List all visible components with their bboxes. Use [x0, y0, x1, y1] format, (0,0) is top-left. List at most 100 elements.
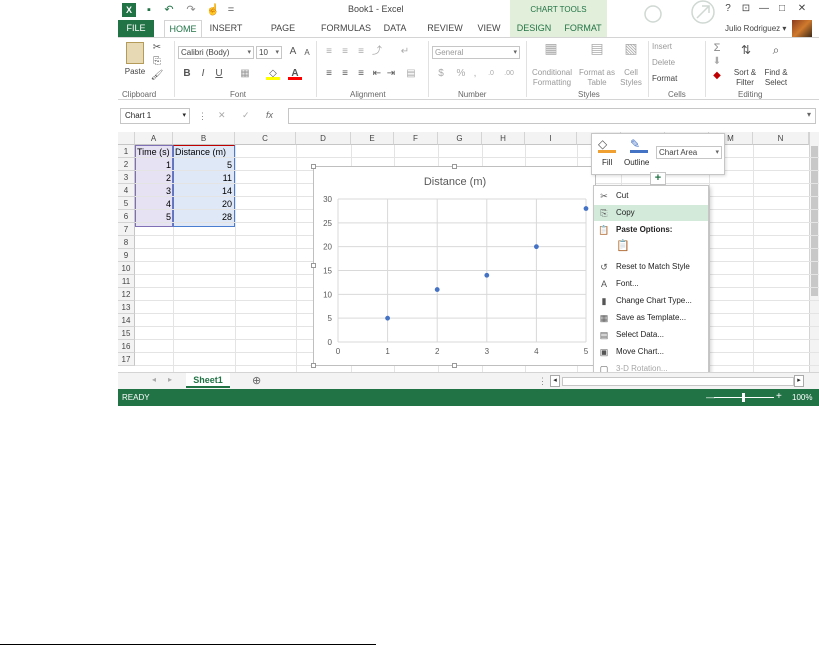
row-header[interactable]: 5	[118, 197, 135, 210]
paste-button[interactable]: Paste	[121, 67, 149, 77]
menu-item-chart-type[interactable]: ▮ Change Chart Type...	[594, 293, 708, 309]
zoom-in-button[interactable]: +	[776, 391, 782, 402]
format-cells-button[interactable]: Format	[652, 74, 704, 84]
row-header[interactable]: 16	[118, 340, 135, 353]
fill-button[interactable]: Fill	[602, 158, 612, 167]
resize-handle[interactable]	[311, 363, 316, 368]
font-name-dropdown[interactable]: Calibri (Body) ▾	[178, 46, 254, 59]
borders-icon[interactable]: ▦	[238, 68, 252, 80]
paste-icon[interactable]	[126, 42, 144, 64]
shrink-font-icon[interactable]: A	[300, 47, 314, 59]
help-button[interactable]: ?	[721, 2, 735, 16]
column-header[interactable]: F	[394, 132, 438, 145]
row-header[interactable]: 4	[118, 184, 135, 197]
tab-design[interactable]: DESIGN	[514, 20, 554, 37]
tab-file[interactable]: FILE	[118, 20, 154, 37]
wrap-text-icon[interactable]: ↵	[398, 46, 412, 58]
row-header[interactable]: 7	[118, 223, 135, 236]
scroll-left-icon[interactable]: ◂	[550, 375, 560, 387]
bold-button[interactable]: B	[180, 68, 194, 80]
row-header[interactable]: 2	[118, 158, 135, 171]
column-header[interactable]: C	[235, 132, 296, 145]
grow-font-icon[interactable]: A	[286, 46, 300, 58]
insert-cells-button[interactable]: Insert	[652, 42, 704, 52]
increase-decimal-icon[interactable]: .0	[484, 68, 498, 80]
tab-formulas[interactable]: FORMULAS	[320, 20, 372, 37]
format-painter-icon[interactable]: 🖌	[150, 70, 164, 82]
cell-styles-icon[interactable]: ▧	[622, 41, 640, 60]
select-all-corner[interactable]	[118, 132, 135, 145]
formula-bar-more-icon[interactable]: ⋮	[198, 111, 207, 122]
cancel-icon[interactable]: ✕	[218, 110, 226, 121]
decrease-decimal-icon[interactable]: .00	[502, 68, 516, 80]
column-header[interactable]: A	[135, 132, 173, 145]
enter-icon[interactable]: ✓	[242, 110, 250, 121]
vertical-scrollbar[interactable]	[809, 132, 819, 372]
horizontal-scrollbar[interactable]	[562, 377, 794, 386]
column-header[interactable]: H	[482, 132, 525, 145]
row-header[interactable]: 14	[118, 314, 135, 327]
close-button[interactable]: ✕	[795, 2, 809, 16]
fill-icon[interactable]: ◇	[598, 137, 616, 153]
customize-qat-button[interactable]: =	[224, 3, 238, 17]
align-center-icon[interactable]: ≡	[338, 68, 352, 80]
row-header[interactable]: 11	[118, 275, 135, 288]
column-header[interactable]: G	[438, 132, 482, 145]
outline-button[interactable]: Outline	[624, 158, 649, 167]
merge-center-icon[interactable]: ▤	[404, 68, 418, 80]
sort-filter-button[interactable]: Sort & Filter	[730, 68, 760, 88]
align-middle-icon[interactable]: ≡	[338, 46, 352, 58]
comma-button[interactable]: ,	[468, 68, 482, 80]
font-color-icon[interactable]: A	[288, 68, 302, 80]
save-icon[interactable]: ▪	[142, 3, 156, 17]
touch-mode-icon[interactable]: ☝	[206, 3, 220, 17]
zoom-slider-thumb[interactable]	[742, 393, 745, 402]
format-as-table-button[interactable]: Format as Table	[576, 68, 618, 88]
binoculars-icon[interactable]: ⌕	[768, 44, 784, 62]
column-header[interactable]: N	[753, 132, 809, 145]
row-header[interactable]: 13	[118, 301, 135, 314]
resize-handle[interactable]	[452, 164, 457, 169]
resize-handle[interactable]	[311, 164, 316, 169]
clear-icon[interactable]: ◆	[710, 70, 724, 82]
menu-item-template[interactable]: ▦ Save as Template...	[594, 310, 708, 326]
resize-handle[interactable]	[311, 263, 316, 268]
find-select-button[interactable]: Find & Select	[760, 68, 792, 88]
conditional-formatting-icon[interactable]: ▦	[542, 41, 560, 60]
align-right-icon[interactable]: ≡	[354, 68, 368, 80]
tab-view[interactable]: VIEW	[474, 20, 504, 37]
formula-input[interactable]: ▾	[288, 108, 816, 124]
tab-format[interactable]: FORMAT	[562, 20, 604, 37]
tab-insert[interactable]: INSERT	[206, 20, 246, 37]
row-header[interactable]: 15	[118, 327, 135, 340]
avatar[interactable]	[792, 20, 812, 37]
row-header[interactable]: 6	[118, 210, 135, 223]
align-left-icon[interactable]: ≡	[322, 68, 336, 80]
increase-indent-icon[interactable]: ⇥	[384, 68, 398, 80]
resize-handle[interactable]	[452, 363, 457, 368]
column-header[interactable]: D	[296, 132, 351, 145]
fill-color-icon[interactable]: ◇	[266, 68, 280, 80]
chart-element-dropdown[interactable]: Chart Area ▾	[656, 146, 722, 159]
menu-item-paste-option[interactable]: 📋	[594, 236, 708, 258]
column-header[interactable]: E	[351, 132, 394, 145]
chart-elements-plus-button[interactable]: +	[650, 172, 666, 185]
fill-icon[interactable]: ⬇	[710, 56, 724, 68]
user-name[interactable]: Julio Rodriguez ▾	[725, 24, 786, 33]
cut-icon[interactable]: ✂	[150, 42, 164, 54]
menu-item-copy[interactable]: ⎘ Copy	[594, 205, 708, 221]
cell-styles-button[interactable]: Cell Styles	[616, 68, 646, 88]
menu-item-font[interactable]: A Font...	[594, 276, 708, 292]
font-size-dropdown[interactable]: 10 ▾	[256, 46, 282, 59]
row-header[interactable]: 3	[118, 171, 135, 184]
number-format-dropdown[interactable]: General ▾	[432, 46, 520, 59]
percent-button[interactable]: %	[454, 68, 468, 80]
outline-icon[interactable]: ✎	[630, 137, 648, 153]
zoom-level[interactable]: 100%	[792, 393, 812, 402]
tab-review[interactable]: REVIEW	[424, 20, 466, 37]
orientation-icon[interactable]: ⤴	[370, 46, 384, 58]
decrease-indent-icon[interactable]: ⇤	[370, 68, 384, 80]
scroll-right-icon[interactable]: ▸	[794, 375, 804, 387]
add-sheet-button[interactable]: ⊕	[252, 374, 261, 387]
name-box[interactable]: Chart 1 ▾	[120, 108, 190, 124]
